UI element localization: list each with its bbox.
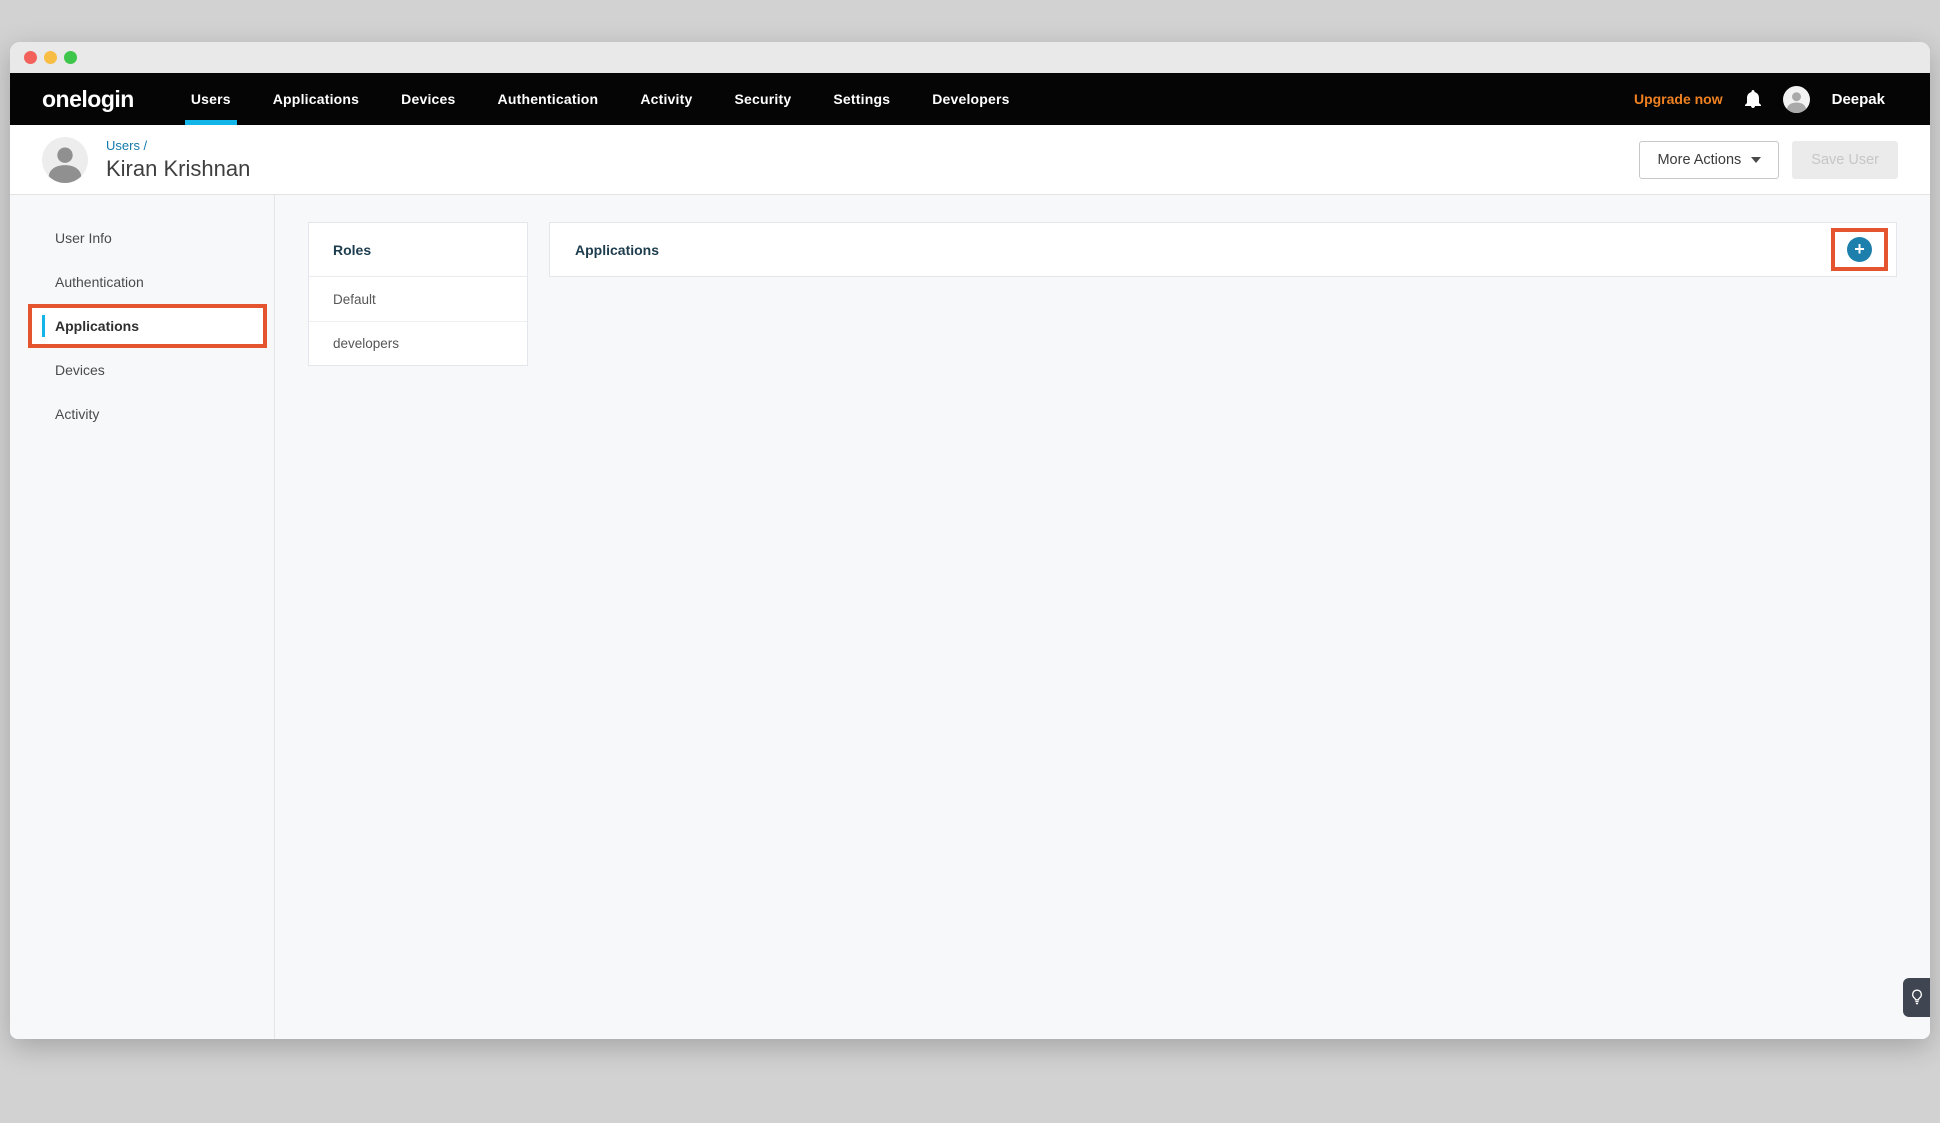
active-indicator-bar xyxy=(42,315,45,337)
minimize-window-button[interactable] xyxy=(44,51,57,64)
sidebar-item-applications[interactable]: Applications xyxy=(28,304,267,348)
role-row-default[interactable]: Default xyxy=(309,277,527,321)
header-actions: More Actions Save User xyxy=(1639,141,1898,179)
top-navbar: onelogin Users Applications Devices Auth… xyxy=(10,73,1930,125)
role-row-developers[interactable]: developers xyxy=(309,321,527,365)
window-titlebar xyxy=(10,42,1930,73)
roles-panel-title: Roles xyxy=(309,223,527,277)
user-menu-name[interactable]: Deepak xyxy=(1832,91,1885,108)
content-area: User Info Authentication Applications De… xyxy=(10,195,1930,1039)
caret-down-icon xyxy=(1751,157,1761,163)
main-panels: Roles Default developers Applications + xyxy=(275,195,1930,1039)
navbar-right: Upgrade now Deepak xyxy=(1634,73,1930,125)
add-application-annotation-box: + xyxy=(1831,228,1888,271)
nav-tab-applications[interactable]: Applications xyxy=(270,73,362,125)
sidebar-item-user-info[interactable]: User Info xyxy=(10,216,274,260)
user-avatar[interactable] xyxy=(1783,86,1810,113)
roles-panel: Roles Default developers xyxy=(308,222,528,366)
profile-avatar xyxy=(42,137,88,183)
nav-tab-activity[interactable]: Activity xyxy=(637,73,695,125)
nav-tab-authentication[interactable]: Authentication xyxy=(495,73,602,125)
sidebar-item-devices[interactable]: Devices xyxy=(10,348,274,392)
nav-tab-settings[interactable]: Settings xyxy=(830,73,893,125)
sidebar-item-label: Applications xyxy=(55,318,139,334)
close-window-button[interactable] xyxy=(24,51,37,64)
sidebar-item-activity[interactable]: Activity xyxy=(10,392,274,436)
zoom-window-button[interactable] xyxy=(64,51,77,64)
notifications-bell-icon[interactable] xyxy=(1745,90,1761,108)
nav-tab-security[interactable]: Security xyxy=(732,73,795,125)
breadcrumb-users-link[interactable]: Users / xyxy=(106,138,250,153)
nav-items: Users Applications Devices Authenticatio… xyxy=(170,73,1031,125)
lightbulb-icon xyxy=(1911,989,1923,1006)
sidebar-item-authentication[interactable]: Authentication xyxy=(10,260,274,304)
help-tab[interactable] xyxy=(1903,978,1930,1017)
more-actions-button[interactable]: More Actions xyxy=(1639,141,1779,179)
nav-tab-devices[interactable]: Devices xyxy=(398,73,458,125)
more-actions-label: More Actions xyxy=(1657,152,1741,168)
nav-tab-developers[interactable]: Developers xyxy=(929,73,1012,125)
page-header: Users / Kiran Krishnan More Actions Save… xyxy=(10,125,1930,195)
applications-panel-title: Applications xyxy=(575,242,659,258)
add-application-button[interactable]: + xyxy=(1847,237,1872,262)
upgrade-now-link[interactable]: Upgrade now xyxy=(1634,91,1723,107)
plus-icon: + xyxy=(1854,240,1865,258)
app-window: onelogin Users Applications Devices Auth… xyxy=(10,42,1930,1039)
nav-tab-users[interactable]: Users xyxy=(188,73,234,125)
header-text: Users / Kiran Krishnan xyxy=(106,138,250,182)
save-user-button[interactable]: Save User xyxy=(1792,141,1898,179)
traffic-lights xyxy=(24,51,77,64)
onelogin-logo[interactable]: onelogin xyxy=(42,86,134,113)
page-title: Kiran Krishnan xyxy=(106,156,250,182)
applications-panel: Applications + xyxy=(549,222,1897,277)
user-sidebar: User Info Authentication Applications De… xyxy=(10,195,275,1039)
